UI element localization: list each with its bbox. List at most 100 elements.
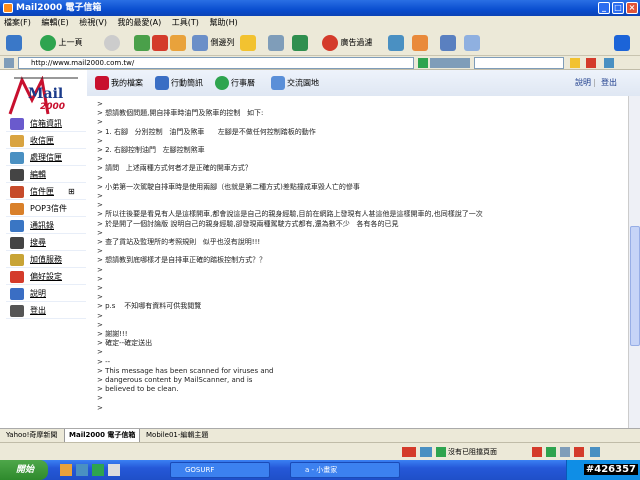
forward-icon[interactable]	[104, 33, 120, 53]
sidebar-item-logout[interactable]: 登出	[6, 303, 86, 319]
message-line: >	[97, 265, 103, 274]
menu-edit[interactable]: 編輯(E)	[41, 18, 68, 27]
message-line: >	[97, 155, 103, 164]
menu-favorites[interactable]: 我的最愛(A)	[118, 18, 162, 27]
menu-bar: 檔案(F) 編輯(E) 檢視(V) 我的最愛(A) 工具(T) 幫助(H)	[0, 16, 640, 30]
message-line: > believed to be clean.	[97, 385, 179, 394]
minimize-button[interactable]: _	[598, 2, 610, 14]
contacts-icon	[10, 220, 24, 232]
info-icon	[10, 118, 24, 130]
highlight-icon[interactable]	[570, 58, 580, 68]
nav-calendar[interactable]: 行事曆	[215, 76, 255, 90]
close-button[interactable]: ×	[626, 2, 638, 14]
sidebar-item-mailbox-info[interactable]: 信箱資訊	[6, 116, 86, 132]
window-title: Mail2000 電子信箱	[16, 3, 102, 13]
search-engine-icon[interactable]	[430, 58, 470, 68]
back-button[interactable]: 上一頁	[40, 33, 83, 53]
start-button[interactable]: 開始	[0, 460, 48, 480]
preferences-icon	[10, 271, 24, 283]
message-line: >	[97, 100, 103, 108]
menu-view[interactable]: 檢視(V)	[79, 18, 107, 27]
settings-icon[interactable]	[560, 447, 570, 457]
task-paint[interactable]: a - 小畫家	[290, 462, 400, 478]
sidebar-item-processing[interactable]: 處理信匣	[6, 150, 86, 166]
tab-mobile01[interactable]: Mobile01-編輯主題	[142, 429, 212, 443]
tab-yahoo-news[interactable]: Yahoo!奇摩新聞	[2, 429, 61, 443]
message-line: >	[97, 173, 103, 182]
address-menu-icon[interactable]	[4, 58, 14, 68]
close-tab-icon[interactable]	[574, 447, 584, 457]
menu-file[interactable]: 檔案(F)	[4, 18, 31, 27]
popup-status[interactable]: 沒有已阻擋頁面	[448, 446, 497, 458]
clear-icon[interactable]	[586, 58, 596, 68]
sidebar-toggle-button[interactable]: 側邊列	[192, 33, 235, 53]
nav-community[interactable]: 交流園地	[271, 76, 319, 90]
browser-logo-icon	[614, 33, 630, 53]
message-line: > --	[97, 357, 111, 366]
maximize-button[interactable]: □	[612, 2, 624, 14]
quicklaunch-desktop-icon[interactable]	[108, 464, 120, 476]
sidebar-item-contacts[interactable]: 通訊錄	[6, 218, 86, 234]
favorites-star-icon[interactable]	[240, 33, 256, 53]
sidebar-item-preferences[interactable]: 偏好設定	[6, 269, 86, 285]
ok-icon	[546, 447, 556, 457]
expand-icon[interactable]: ⊞	[68, 184, 75, 200]
translate-icon[interactable]	[388, 33, 404, 53]
sidebar-item-help[interactable]: 說明	[6, 286, 86, 302]
sidebar-item-folders[interactable]: 信件匣 ⊞	[6, 184, 86, 200]
vertical-scrollbar[interactable]	[628, 96, 640, 428]
refresh-icon[interactable]	[134, 33, 150, 53]
ad-filter-button[interactable]: 廣告過濾	[322, 33, 373, 53]
calendar-icon	[215, 76, 229, 90]
menu-help[interactable]: 幫助(H)	[209, 18, 237, 27]
message-line: >	[97, 118, 103, 127]
nav-separator: |	[593, 78, 596, 87]
quicklaunch-ie-icon[interactable]	[76, 464, 88, 476]
history-icon[interactable]	[292, 33, 308, 53]
sidebar: Mail 2000 信箱資訊 收信匣 處理信匣 編輯 信件匣 ⊞ POP3信件 通…	[0, 70, 87, 428]
message-line: >	[97, 228, 103, 237]
tab-bar: Yahoo!奇摩新聞 Mail2000 電子信箱 Mobile01-編輯主題	[0, 428, 640, 443]
options-icon[interactable]	[604, 58, 614, 68]
layout-icon[interactable]	[440, 33, 456, 53]
go-icon[interactable]	[418, 58, 428, 68]
font-size-icon[interactable]	[412, 33, 428, 53]
logout-link[interactable]: 登出	[601, 76, 617, 90]
taskbar: 開始 GOSURF a - 小畫家 #426357	[0, 460, 640, 480]
tab-mail2000[interactable]: Mail2000 電子信箱	[64, 429, 141, 443]
message-line: >	[97, 348, 103, 357]
message-line: >	[97, 403, 103, 412]
help-icon	[10, 288, 24, 300]
top-nav: 我的檔案 行動簡訊 行事曆 交流園地 說明 | 登出	[87, 70, 640, 96]
search-input[interactable]	[474, 57, 564, 69]
value-added-icon	[10, 254, 24, 266]
message-line: > 謝謝!!!	[97, 330, 128, 338]
url-input[interactable]: http://www.mail2000.com.tw/	[18, 57, 414, 69]
quicklaunch-media-icon[interactable]	[92, 464, 104, 476]
menu-tools[interactable]: 工具(T)	[172, 18, 199, 27]
nav-mobile-sms[interactable]: 行動簡訊	[155, 76, 203, 90]
help-link[interactable]: 說明	[575, 76, 591, 90]
home-icon[interactable]	[170, 33, 186, 53]
sidebar-item-compose[interactable]: 編輯	[6, 167, 86, 183]
mail2000-logo: Mail 2000	[8, 75, 82, 118]
zoom-icon[interactable]	[590, 447, 600, 457]
message-line: > 想請教個問題,開自排車時油門及煞車的控制 如下:	[97, 109, 264, 118]
quicklaunch-icon[interactable]	[60, 464, 72, 476]
sidebar-item-inbox[interactable]: 收信匣	[6, 133, 86, 149]
undo-icon[interactable]	[6, 33, 22, 53]
message-line: > p.s 不知哪有資料可供我閱覽	[97, 302, 202, 311]
block-icon	[532, 447, 542, 457]
ebay-icon[interactable]	[402, 447, 416, 457]
scrollbar-thumb[interactable]	[630, 226, 640, 346]
message-line: > 查了貨站及監理所的考照規則 似乎也沒有說明!!!	[97, 238, 261, 246]
nav-my-files[interactable]: 我的檔案	[95, 76, 143, 90]
toolbar: 上一頁 側邊列 廣告過濾	[0, 30, 640, 56]
task-gosurf[interactable]: GOSURF	[170, 462, 270, 478]
sidebar-item-pop3[interactable]: POP3信件	[6, 201, 86, 217]
sidebar-item-search[interactable]: 搜尋	[6, 235, 86, 251]
stop-icon[interactable]	[152, 33, 168, 53]
page-icon[interactable]	[464, 33, 480, 53]
search-icon[interactable]	[268, 33, 284, 53]
sidebar-item-value-added[interactable]: 加值服務	[6, 252, 86, 268]
